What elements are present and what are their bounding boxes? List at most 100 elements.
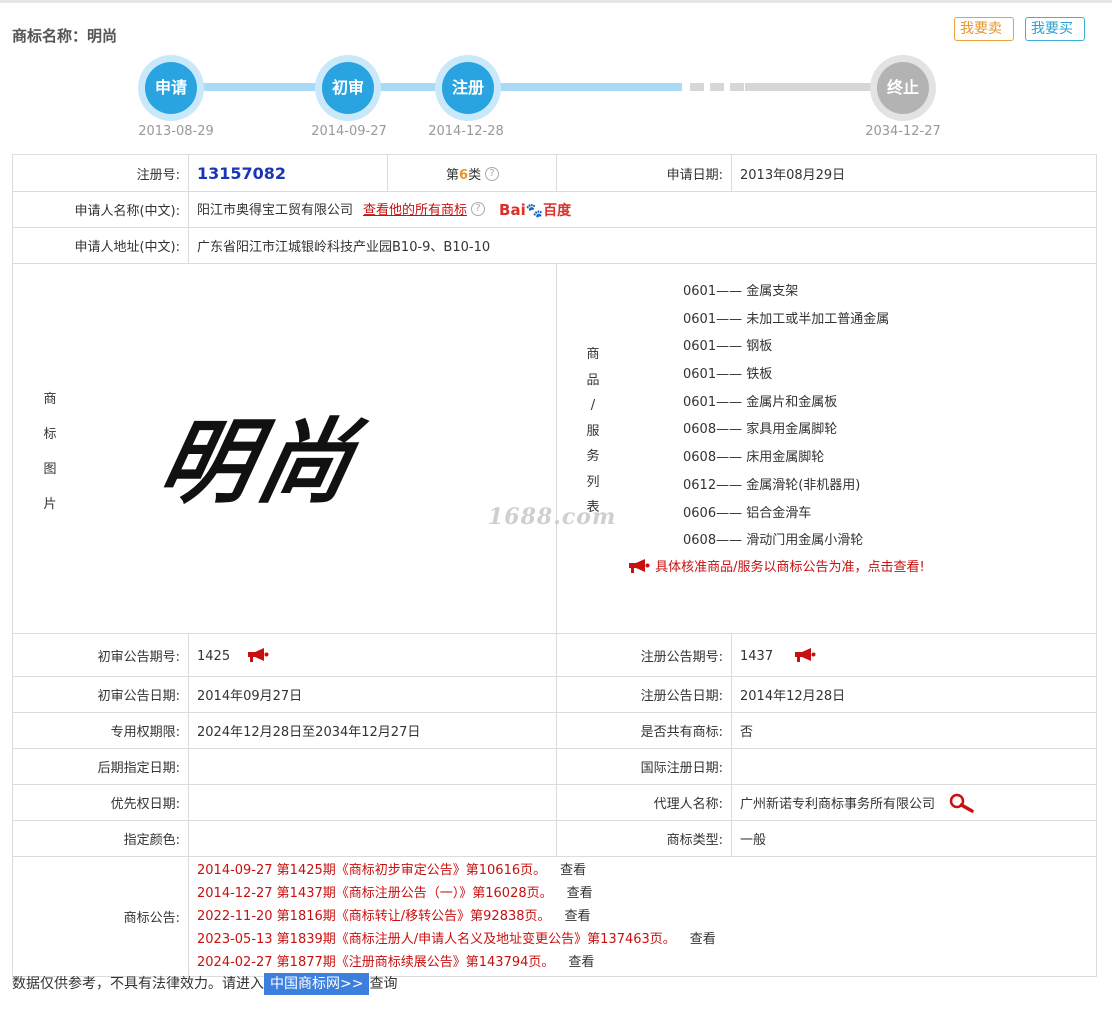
applicant-value: 阳江市奥得宝工贸有限公司 <box>197 203 354 218</box>
agent-label: 代理人名称: <box>556 784 732 821</box>
help-icon[interactable]: ? <box>485 166 500 181</box>
exclusive-label: 专用权期限: <box>12 712 189 749</box>
search-icon[interactable] <box>947 793 975 813</box>
view-notice-link[interactable]: 查看 <box>568 955 594 970</box>
timeline-node-prelim: 初审 <box>315 55 381 121</box>
exclusive-value: 2024年12月28日至2034年12月27日 <box>188 712 557 749</box>
view-notice-link[interactable]: 查看 <box>565 909 591 924</box>
help-icon[interactable]: ? <box>471 202 486 216</box>
apply-date-label: 申请日期: <box>556 154 732 192</box>
vertical-char: 表 <box>586 500 600 515</box>
list-item: 0601—— 金属片和金属板 <box>683 394 838 410</box>
prelim-no-value: 1425 <box>197 648 231 664</box>
class-prefix: 第 <box>446 167 460 183</box>
list-item: 2024-02-27 第1877期《注册商标续展公告》第143794页。 查看 <box>197 951 1096 974</box>
timeline-node-apply: 申请 <box>138 55 204 121</box>
list-item: 0601—— 铁板 <box>683 367 773 383</box>
timeline-node-register: 注册 <box>435 55 501 121</box>
prelim-date-label: 初审公告日期: <box>12 676 189 713</box>
list-item: 0601—— 金属支架 <box>683 284 799 299</box>
timeline-dash <box>710 83 724 91</box>
address-value: 广东省阳江市江城银岭科技产业园B10-9、B10-10 <box>188 227 1097 264</box>
notice-text: 2023-05-13 第1839期《商标注册人/申请人名义及地址变更公告》第13… <box>197 932 676 947</box>
timeline-node-label: 申请 <box>145 62 197 114</box>
timeline-dash <box>690 83 704 91</box>
priority-value <box>188 784 557 821</box>
goods-services-label: 商 品 / 服 务 列 表 <box>585 342 601 521</box>
notice-list: 2014-09-27 第1425期《商标初步审定公告》第10616页。 查看 20… <box>188 856 1097 977</box>
reg-notice-date-value: 2014年12月28日 <box>731 676 1097 713</box>
vertical-char: 服 <box>586 423 600 439</box>
table-row: 初审公告日期: 2014年09月27日 注册公告日期: 2014年12月28日 <box>12 676 1097 713</box>
later-date-label: 后期指定日期: <box>12 748 189 785</box>
vertical-char: 品 <box>586 372 600 388</box>
list-item: 0608—— 床用金属脚轮 <box>683 450 825 466</box>
trademark-info-table: 注册号: 13157082 第6类? 申请日期: 2013年08月29日 申请人… <box>12 154 1097 977</box>
vertical-char: / <box>590 398 596 413</box>
table-row: 商 标 图 片 明尚 1688.com 商 品 / 服 务 列 表 0601——… <box>12 263 1097 634</box>
status-timeline: 申请 初审 注册 终止 2013-08-29 2014-09-27 2014-1… <box>0 50 1112 150</box>
timeline-dash <box>730 83 744 91</box>
class-cell: 第6类? <box>387 154 557 192</box>
view-all-trademarks-link[interactable]: 查看他的所有商标 <box>363 203 467 218</box>
timeline-node-terminate: 终止 <box>870 55 936 121</box>
list-item: 2022-11-20 第1816期《商标转让/移转公告》第92838页。 查看 <box>197 905 1096 928</box>
table-row: 优先权日期: 代理人名称: 广州新诺专利商标事务所有限公司 <box>12 784 1097 821</box>
view-notice-link[interactable]: 查看 <box>567 886 593 901</box>
timeline-date: 2014-09-27 <box>311 124 387 139</box>
sell-button[interactable]: 我要卖 <box>954 17 1014 41</box>
prelim-date-value: 2014年09月27日 <box>188 676 557 713</box>
trademark-logo: 明尚 <box>149 409 369 516</box>
trademark-image-label: 商 标 图 片 <box>43 382 57 522</box>
table-row: 商标公告: 2014-09-27 第1425期《商标初步审定公告》第10616页… <box>12 856 1097 977</box>
goods-services-cell: 商 品 / 服 务 列 表 0601—— 金属支架 0601—— 未加工或半加工… <box>556 263 1097 634</box>
table-row: 注册号: 13157082 第6类? 申请日期: 2013年08月29日 <box>12 154 1097 192</box>
timeline-node-label: 终止 <box>877 62 929 114</box>
list-item: 0608—— 家具用金属脚轮 <box>683 422 838 438</box>
footer-suffix: 查询 <box>369 976 398 992</box>
list-item: 0606—— 铝合金滑车 <box>683 505 812 521</box>
table-row: 申请人名称(中文): 阳江市奥得宝工贸有限公司 查看他的所有商标? Bai🐾百度 <box>12 191 1097 228</box>
notice-text: 2014-09-27 第1425期《商标初步审定公告》第10616页。 <box>197 863 547 878</box>
vertical-char: 图 <box>43 462 57 477</box>
megaphone-icon[interactable] <box>246 647 270 663</box>
view-notice-link[interactable]: 查看 <box>690 932 716 947</box>
applicant-cell: 阳江市奥得宝工贸有限公司 查看他的所有商标? Bai🐾百度 <box>188 191 1097 228</box>
reg-no-cell: 13157082 <box>188 154 388 192</box>
buy-button[interactable]: 我要买 <box>1025 17 1085 41</box>
baidu-search-logo[interactable]: Bai🐾百度 <box>499 200 571 220</box>
table-row: 专用权期限: 2024年12月28日至2034年12月27日 是否共有商标: 否 <box>12 712 1097 749</box>
trademark-name-title: 商标名称：明尚 <box>12 27 118 45</box>
baidu-paw-icon: 🐾 <box>525 203 544 219</box>
reg-notice-date-label: 注册公告日期: <box>556 676 732 713</box>
baidu-logo-text: 百度 <box>543 203 572 219</box>
top-border <box>0 0 1112 3</box>
shared-value: 否 <box>731 712 1097 749</box>
view-notice-link[interactable]: 查看 <box>560 863 586 878</box>
baidu-logo-text: Bai <box>499 201 526 219</box>
vertical-char: 商 <box>43 392 57 407</box>
goods-note-link[interactable]: 具体核准商品/服务以商标公告为准，点击查看! <box>627 556 925 575</box>
reg-notice-no-label: 注册公告期号: <box>556 633 732 677</box>
timeline-node-label: 注册 <box>442 62 494 114</box>
timeline-progress-line <box>170 83 682 91</box>
notice-text: 2024-02-27 第1877期《注册商标续展公告》第143794页。 <box>197 955 555 970</box>
notice-label: 商标公告: <box>12 856 189 977</box>
china-trademark-link[interactable]: 中国商标网>> <box>264 973 370 995</box>
vertical-char: 务 <box>586 449 600 464</box>
address-label: 申请人地址(中文): <box>12 227 189 264</box>
type-value: 一般 <box>731 820 1097 857</box>
footer-disclaimer: 数据仅供参考，不具有法律效力。请进入 中国商标网>> 查询 <box>12 973 397 995</box>
timeline-date: 2013-08-29 <box>138 124 214 139</box>
prelim-no-cell: 1425 <box>188 633 557 677</box>
intl-date-value <box>731 748 1097 785</box>
megaphone-icon[interactable] <box>793 647 817 663</box>
table-row: 申请人地址(中文): 广东省阳江市江城银岭科技产业园B10-9、B10-10 <box>12 227 1097 264</box>
reg-no-value: 13157082 <box>197 163 287 183</box>
timeline-node-label: 初审 <box>322 62 374 114</box>
list-item: 2023-05-13 第1839期《商标注册人/申请人名义及地址变更公告》第13… <box>197 928 1096 951</box>
table-row: 指定颜色: 商标类型: 一般 <box>12 820 1097 857</box>
shared-label: 是否共有商标: <box>556 712 732 749</box>
color-label: 指定颜色: <box>12 820 189 857</box>
table-row: 后期指定日期: 国际注册日期: <box>12 748 1097 785</box>
